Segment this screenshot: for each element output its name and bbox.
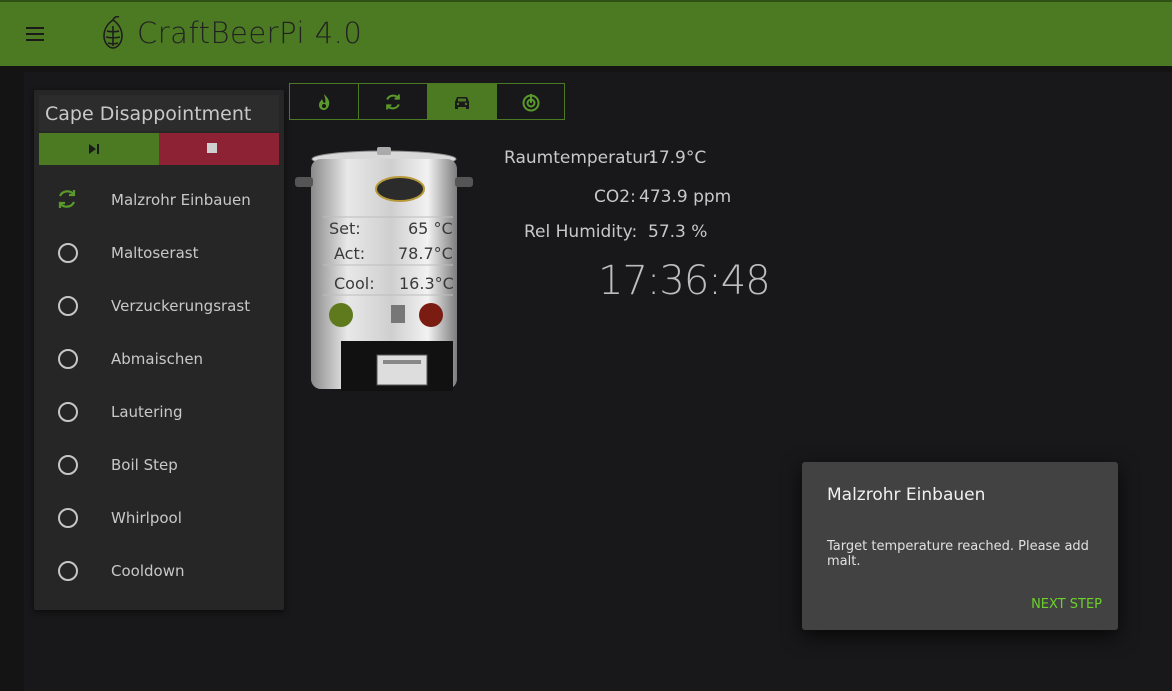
- sync-icon: [386, 94, 400, 110]
- set-value: 65 °C: [408, 219, 453, 238]
- humidity-label: Rel Humidity:: [524, 222, 638, 242]
- app-bar: CraftBeerPi 4.0: [0, 0, 1172, 66]
- co2-label: CO2:: [594, 187, 636, 207]
- car-icon: [455, 97, 469, 109]
- next-step-button[interactable]: NEXT STEP: [1031, 597, 1102, 612]
- notification-message: Target temperature reached. Please add m…: [827, 539, 1089, 569]
- step-label: Boil Step: [111, 456, 178, 474]
- kettle-image: [295, 147, 473, 391]
- recipe-name: Cape Disappointment Pils: [39, 95, 279, 163]
- step-item-5[interactable]: Boil Step: [34, 439, 284, 492]
- gauge-icon: [522, 94, 540, 112]
- step-item-6[interactable]: Whirlpool: [34, 492, 284, 545]
- radio-icon: [58, 349, 78, 369]
- menu-icon[interactable]: [24, 24, 48, 44]
- clock: 17:36:48: [598, 258, 771, 304]
- step-item-1[interactable]: Maltoserast: [34, 227, 284, 280]
- tab-flame[interactable]: [290, 84, 359, 119]
- act-value: 78.7°C: [398, 244, 453, 263]
- cool-label: Cool:: [334, 274, 375, 293]
- step-item-4[interactable]: Lautering: [34, 386, 284, 439]
- stop-button[interactable]: [159, 133, 279, 165]
- act-label: Act:: [334, 244, 366, 263]
- step-label: Abmaischen: [111, 350, 204, 368]
- tab-car[interactable]: [428, 84, 497, 119]
- brew-steps-panel: Cape Disappointment Pils Malzrohr Einbau…: [34, 90, 284, 610]
- humidity-value: 57.3 %: [648, 222, 708, 242]
- step-label: Maltoserast: [111, 244, 199, 262]
- set-label: Set:: [329, 219, 361, 238]
- dashboard-tabs: [289, 83, 565, 120]
- start-next-button[interactable]: [39, 133, 159, 165]
- flame-icon: [319, 94, 330, 110]
- step-label: Whirlpool: [111, 509, 182, 527]
- step-item-0[interactable]: Malzrohr Einbauen: [34, 174, 284, 227]
- kettle-widget: Set: 65 °C Act: 78.7°C Cool: 16.3°C: [293, 145, 475, 395]
- stop-icon: [207, 143, 217, 153]
- hop-logo-icon: [103, 16, 123, 49]
- radio-icon: [58, 561, 78, 581]
- cool-value: 16.3°C: [399, 274, 454, 293]
- room-temp-label: Raumtemperatur:: [504, 148, 656, 168]
- step-item-3[interactable]: Abmaischen: [34, 333, 284, 386]
- tab-gauge[interactable]: [497, 84, 566, 119]
- step-notification: Malzrohr Einbauen Target temperature rea…: [802, 462, 1118, 630]
- step-item-7[interactable]: Cooldown: [34, 545, 284, 598]
- step-item-2[interactable]: Verzuckerungsrast: [34, 280, 284, 333]
- app-title: CraftBeerPi 4.0: [137, 16, 363, 50]
- tab-sync[interactable]: [359, 84, 428, 119]
- radio-icon: [58, 243, 78, 263]
- step-label: Malzrohr Einbauen: [111, 191, 251, 209]
- sync-icon: [58, 190, 76, 208]
- step-label: Cooldown: [111, 562, 185, 580]
- notification-title: Malzrohr Einbauen: [827, 485, 986, 505]
- radio-icon: [58, 455, 78, 475]
- radio-icon: [58, 402, 78, 422]
- room-temp-value: 17.9°C: [648, 148, 707, 168]
- step-label: Verzuckerungsrast: [111, 297, 251, 315]
- play-next-icon: [89, 144, 99, 154]
- radio-icon: [58, 508, 78, 528]
- co2-value: 473.9 ppm: [639, 187, 732, 207]
- step-label: Lautering: [111, 403, 183, 421]
- radio-icon: [58, 296, 78, 316]
